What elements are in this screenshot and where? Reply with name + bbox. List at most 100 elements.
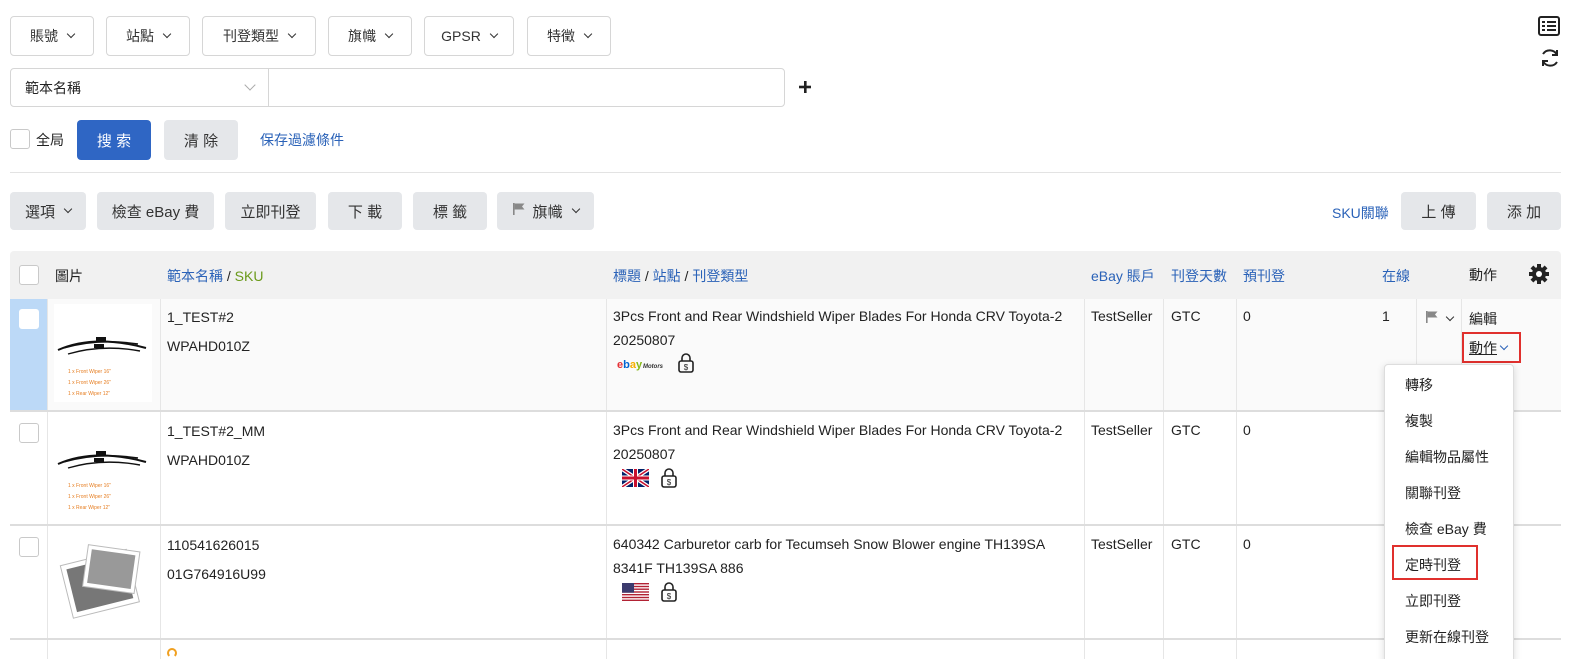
template-name-link[interactable]: 1_TEST#2_MM bbox=[167, 419, 265, 443]
tag-button[interactable]: 標 籤 bbox=[413, 192, 487, 230]
wiper-label: 1 x Front Wiper 26" bbox=[68, 380, 111, 386]
col-divider bbox=[1163, 299, 1164, 659]
field-search-group: 範本名稱 bbox=[10, 68, 785, 107]
clear-button[interactable]: 清 除 bbox=[164, 120, 238, 160]
flag-icon bbox=[512, 202, 526, 220]
lock-dollar-icon: $ bbox=[660, 582, 678, 602]
download-button[interactable]: 下 載 bbox=[328, 192, 402, 230]
listing-title-cont: 20250807 bbox=[613, 446, 676, 462]
list-view-icon[interactable] bbox=[1538, 16, 1560, 36]
check-ebay-fee-button[interactable]: 檢查 eBay 費 bbox=[97, 192, 214, 230]
chevron-down-icon bbox=[571, 204, 580, 214]
template-name-link[interactable]: 1_TEST#2 bbox=[167, 305, 234, 329]
product-thumbnail-placeholder[interactable] bbox=[54, 532, 152, 633]
flag-dropdown[interactable]: 旗幟 bbox=[497, 192, 594, 230]
ebay-motors-icon: ebay Motors bbox=[617, 356, 669, 372]
row-checkbox[interactable] bbox=[19, 423, 39, 443]
flag-label: 旗幟 bbox=[532, 203, 563, 221]
action-dropdown[interactable]: 動作 bbox=[1469, 336, 1509, 360]
svg-text:$: $ bbox=[667, 592, 672, 601]
row-divider bbox=[10, 638, 1561, 640]
listing-title: 3Pcs Front and Rear Windshield Wiper Bla… bbox=[613, 422, 1063, 438]
feature-filter-dropdown[interactable]: 特徵 bbox=[527, 16, 611, 56]
product-thumbnail[interactable]: 1 x Front Wiper 16" 1 x Front Wiper 26" … bbox=[54, 304, 152, 405]
menu-item-transfer[interactable]: 轉移 bbox=[1385, 367, 1513, 403]
scheduled-listing-highlight bbox=[1392, 545, 1478, 580]
listing-title: 640342 Carburetor carb for Tecumseh Snow… bbox=[613, 536, 1046, 552]
menu-item-check-fee[interactable]: 檢查 eBay 費 bbox=[1385, 511, 1513, 547]
pre-listing-count[interactable]: 0 bbox=[1243, 418, 1251, 442]
add-condition-icon[interactable] bbox=[797, 79, 813, 95]
chevron-down-icon bbox=[384, 29, 394, 39]
menu-item-link-listing[interactable]: 關聯刊登 bbox=[1385, 475, 1513, 511]
header-account[interactable]: eBay 賬戶 bbox=[1091, 266, 1155, 286]
days-text: GTC bbox=[1171, 308, 1201, 324]
site-filter-dropdown[interactable]: 站點 bbox=[106, 16, 190, 56]
gpsr-filter-label: GPSR bbox=[441, 28, 481, 44]
flag-icon bbox=[1425, 310, 1439, 327]
select-all-checkbox[interactable] bbox=[19, 265, 39, 285]
header-site-sort[interactable]: 站點 bbox=[653, 268, 681, 284]
sku-text[interactable]: 01G764916U99 bbox=[167, 562, 266, 586]
days-text: GTC bbox=[1171, 422, 1201, 438]
product-thumbnail[interactable]: 1 x Front Wiper 16" 1 x Front Wiper 26" … bbox=[54, 418, 152, 519]
upload-button[interactable]: 上 傳 bbox=[1401, 192, 1476, 230]
header-pre[interactable]: 預刊登 bbox=[1243, 266, 1285, 286]
listing-type-filter-dropdown[interactable]: 刊登類型 bbox=[202, 16, 316, 56]
gpsr-filter-dropdown[interactable]: GPSR bbox=[424, 16, 514, 56]
account-text: TestSeller bbox=[1091, 422, 1153, 438]
svg-text:ebay: ebay bbox=[617, 359, 643, 371]
status-indicator-icon bbox=[167, 648, 177, 658]
row-checkbox[interactable] bbox=[19, 537, 39, 557]
publish-now-button[interactable]: 立即刊登 bbox=[225, 192, 316, 230]
save-filter-link[interactable]: 保存過濾條件 bbox=[260, 130, 344, 150]
row-divider bbox=[10, 410, 1561, 412]
edit-link[interactable]: 編輯 bbox=[1469, 307, 1497, 331]
account-filter-label: 賬號 bbox=[30, 28, 58, 44]
header-title-sort[interactable]: 標題 bbox=[613, 268, 641, 284]
account-filter-dropdown[interactable]: 賬號 bbox=[10, 16, 94, 56]
pre-listing-count[interactable]: 0 bbox=[1243, 304, 1251, 328]
chevron-down-icon bbox=[1445, 312, 1455, 321]
sku-text[interactable]: WPAHD010Z bbox=[167, 334, 250, 358]
search-button[interactable]: 搜 索 bbox=[77, 120, 151, 160]
header-sku-sort[interactable]: SKU bbox=[235, 268, 264, 284]
wiper-label: 1 x Rear Wiper 12" bbox=[68, 391, 110, 397]
menu-item-update-online[interactable]: 更新在線刊登 bbox=[1385, 619, 1513, 655]
header-online[interactable]: 在線 bbox=[1382, 266, 1410, 286]
flag-filter-dropdown[interactable]: 旗幟 bbox=[328, 16, 412, 56]
pre-listing-count[interactable]: 0 bbox=[1243, 532, 1251, 556]
refresh-icon[interactable] bbox=[1539, 47, 1561, 69]
template-name-link[interactable]: 110541626015 bbox=[167, 533, 259, 557]
menu-item-edit-attributes[interactable]: 編輯物品屬性 bbox=[1385, 439, 1513, 475]
row-checkbox[interactable] bbox=[19, 309, 39, 329]
header-template-sort[interactable]: 範本名稱 bbox=[167, 268, 223, 284]
header-image: 圖片 bbox=[55, 268, 83, 284]
options-label: 選項 bbox=[24, 203, 55, 221]
field-select-label: 範本名稱 bbox=[25, 79, 81, 96]
menu-item-copy[interactable]: 複製 bbox=[1385, 403, 1513, 439]
global-checkbox[interactable] bbox=[10, 129, 30, 149]
site-filter-label: 站點 bbox=[126, 28, 154, 44]
sku-link[interactable]: SKU關聯 bbox=[1332, 203, 1389, 223]
header-sep: / bbox=[223, 268, 235, 284]
row-flag-dropdown[interactable] bbox=[1425, 310, 1455, 327]
header-type-sort[interactable]: 刊登類型 bbox=[692, 268, 748, 284]
svg-text:Motors: Motors bbox=[643, 364, 664, 370]
menu-item-publish-now[interactable]: 立即刊登 bbox=[1385, 583, 1513, 619]
online-count[interactable]: 1 bbox=[1382, 304, 1390, 328]
sku-text[interactable]: WPAHD010Z bbox=[167, 448, 250, 472]
account-text: TestSeller bbox=[1091, 536, 1153, 552]
header-days[interactable]: 刊登天數 bbox=[1171, 266, 1227, 286]
flag-filter-label: 旗幟 bbox=[348, 28, 376, 44]
header-template-sku: 範本名稱 / SKU bbox=[167, 266, 263, 286]
col-divider bbox=[1084, 299, 1085, 659]
add-button[interactable]: 添 加 bbox=[1487, 192, 1561, 230]
wiper-label: 1 x Front Wiper 26" bbox=[68, 494, 111, 500]
options-dropdown[interactable]: 選項 bbox=[10, 192, 86, 230]
days-text: GTC bbox=[1171, 536, 1201, 552]
header-action: 動作 bbox=[1469, 267, 1497, 283]
field-value-input[interactable] bbox=[269, 69, 784, 106]
field-select[interactable]: 範本名稱 bbox=[11, 69, 269, 106]
gear-icon[interactable] bbox=[1528, 263, 1550, 285]
